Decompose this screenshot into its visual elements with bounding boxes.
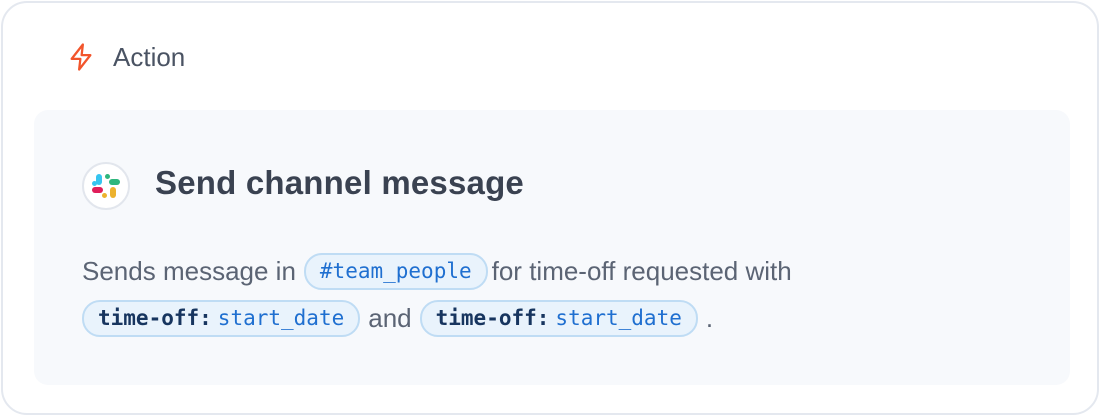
- description-suffix: .: [705, 303, 714, 333]
- channel-chip[interactable]: #team_people: [303, 253, 488, 290]
- field-token-chip[interactable]: time-off: start_date: [419, 300, 698, 337]
- token-object: time-off:: [435, 306, 550, 330]
- card-header: Action: [65, 39, 185, 75]
- token-field: start_date: [217, 306, 345, 330]
- action-panel: Send channel message Sends message in #t…: [34, 110, 1070, 385]
- action-title: Send channel message: [155, 164, 524, 201]
- token-field: start_date: [555, 306, 682, 330]
- token-object: time-off:: [98, 306, 212, 330]
- slack-logo-icon: [82, 162, 130, 210]
- description-line-2: time-off: start_date and time-off: start…: [82, 295, 1042, 342]
- description-line-1: Sends message in #team_people for time-o…: [82, 248, 1042, 295]
- description-prefix: Sends message in: [82, 256, 296, 286]
- description-middle: for time-off requested with: [491, 256, 792, 286]
- action-card: Action Send channel message Sends messag…: [1, 1, 1099, 415]
- action-description: Sends message in #team_people for time-o…: [82, 248, 1042, 342]
- field-token-chip[interactable]: time-off: start_date: [82, 300, 361, 337]
- bolt-icon: [65, 41, 97, 73]
- header-label: Action: [113, 41, 186, 72]
- description-joiner: and: [368, 303, 412, 333]
